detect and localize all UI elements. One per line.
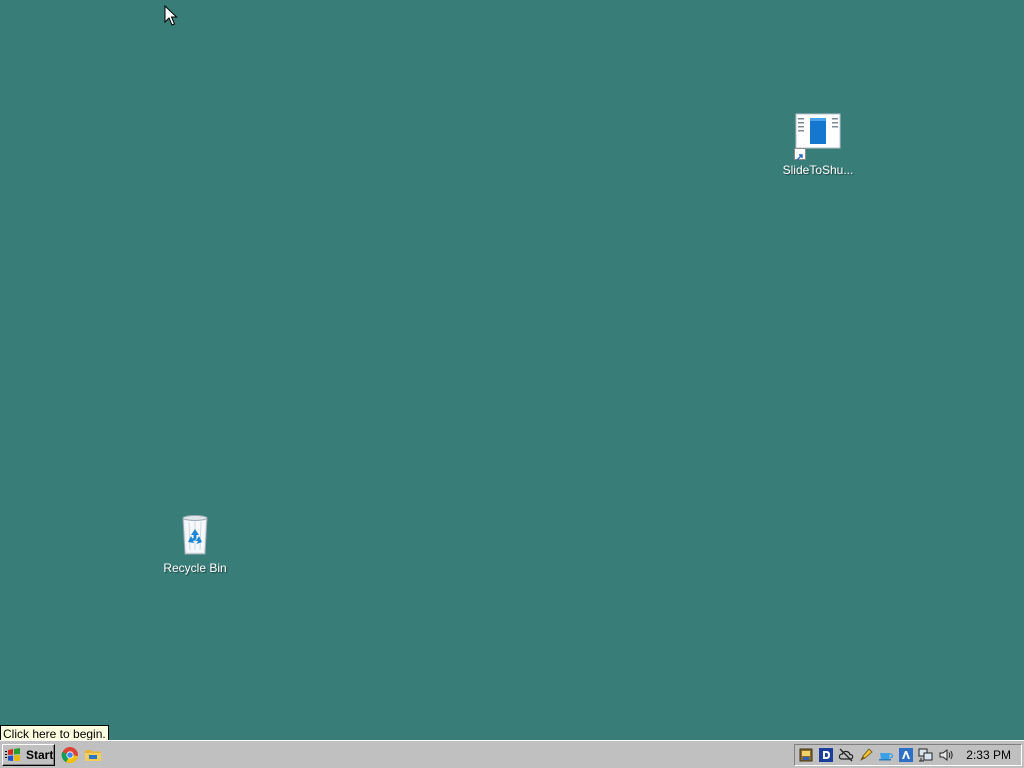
clock[interactable]: 2:33 PM [966,748,1017,762]
shortcut-app-icon [794,112,842,161]
start-label: Start [26,748,54,762]
tray-app-icon[interactable] [798,747,814,763]
slidetoshutdown-desktop-icon[interactable]: SlideToShu... [778,112,858,177]
system-tray: 2:33 PM [794,744,1022,766]
taskbar: Start 2:33 PM [0,740,1024,768]
recycle-bin-label: Recycle Bin [163,561,227,575]
chrome-icon[interactable] [61,746,79,764]
slidetoshutdown-label: SlideToShu... [782,163,854,177]
tray-d-icon[interactable] [818,747,834,763]
recycle-bin-desktop-icon[interactable]: Recycle Bin [155,510,235,575]
desktop[interactable]: Recycle Bin SlideToShu... [0,0,1024,740]
windows-logo-icon [5,748,20,761]
mouse-cursor-icon [164,4,178,27]
network-icon[interactable] [918,747,934,763]
shortcut-arrow-icon [794,148,806,161]
tray-cloud-offline-icon[interactable] [838,747,854,763]
recycle-bin-icon [171,510,219,558]
file-explorer-icon[interactable] [84,746,102,764]
tray-pen-icon[interactable] [858,747,874,763]
start-button[interactable]: Start [2,744,55,766]
tray-cup-icon[interactable] [878,747,894,763]
volume-icon[interactable] [938,747,954,763]
tray-update-icon[interactable] [898,747,914,763]
